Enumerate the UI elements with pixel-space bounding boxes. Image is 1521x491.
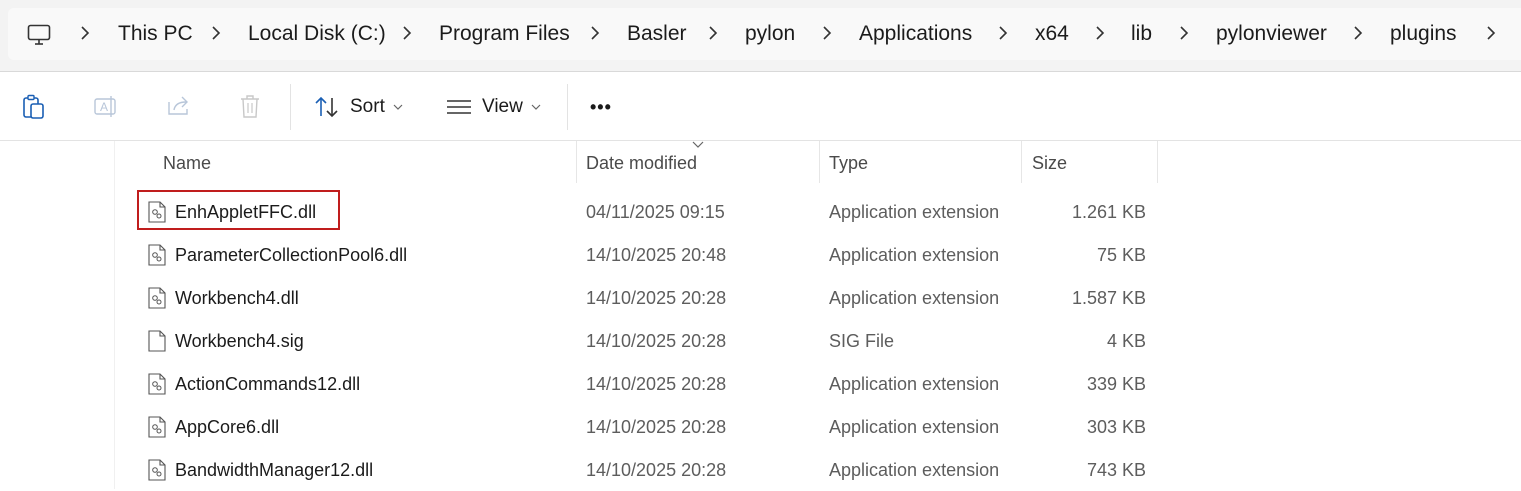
file-date-modified: 14/10/2025 20:48: [586, 245, 727, 265]
delete-icon[interactable]: [239, 94, 261, 120]
file-date-modified: 14/10/2025 20:28: [586, 288, 727, 308]
more-options-icon: •••: [590, 96, 612, 117]
column-divider[interactable]: [1157, 141, 1158, 183]
column-divider[interactable]: [576, 141, 577, 183]
file-type: Application extension: [829, 288, 1000, 308]
chevron-right-icon[interactable]: [822, 25, 832, 41]
breadcrumb-program-files[interactable]: Program Files: [439, 22, 570, 46]
breadcrumb-basler[interactable]: Basler: [627, 22, 687, 46]
file-date-modified: 14/10/2025 20:28: [586, 417, 727, 437]
dll-file-icon: [148, 373, 166, 395]
file-size: 1.261 KB: [1071, 202, 1146, 222]
chevron-right-icon[interactable]: [80, 25, 90, 41]
column-header-name[interactable]: Name: [163, 141, 211, 183]
nav-pane-divider: [114, 141, 115, 489]
chevron-right-icon[interactable]: [1353, 25, 1363, 41]
file-name: Workbench4.sig: [175, 331, 304, 351]
highlight-box: [137, 190, 340, 230]
chevron-right-icon[interactable]: [402, 25, 412, 41]
table-row[interactable]: BandwidthManager12.dll 14/10/2025 20:28 …: [135, 449, 1155, 491]
view-label: View: [482, 96, 523, 117]
file-name: Workbench4.dll: [175, 288, 299, 308]
file-name: AppCore6.dll: [175, 417, 280, 437]
breadcrumb-pylonviewer[interactable]: pylonviewer: [1216, 22, 1327, 46]
this-pc-icon[interactable]: [27, 24, 51, 46]
chevron-right-icon[interactable]: [1179, 25, 1189, 41]
address-bar[interactable]: This PC Local Disk (C:) Program Files Ba…: [0, 0, 1521, 72]
chevron-right-icon[interactable]: [590, 25, 600, 41]
file-name: ParameterCollectionPool6.dll: [175, 245, 408, 265]
dll-file-icon: [148, 459, 166, 481]
view-icon: [447, 100, 471, 114]
file-type: Application extension: [829, 460, 1000, 480]
column-divider[interactable]: [819, 141, 820, 183]
file-size: 4 KB: [1106, 331, 1146, 351]
file-size: 743 KB: [1086, 460, 1146, 480]
table-row[interactable]: ActionCommands12.dll 14/10/2025 20:28 Ap…: [135, 363, 1155, 405]
file-name: BandwidthManager12.dll: [175, 460, 374, 480]
file-type: Application extension: [829, 374, 1000, 394]
column-header-type[interactable]: Type: [829, 141, 868, 183]
file-type: SIG File: [829, 331, 895, 351]
svg-text:A: A: [100, 100, 108, 114]
column-header-size[interactable]: Size: [1032, 141, 1067, 183]
file-type: Application extension: [829, 245, 1000, 265]
sort-label: Sort: [350, 96, 385, 117]
file-date-modified: 14/10/2025 20:28: [586, 460, 727, 480]
rename-icon[interactable]: A: [93, 94, 119, 120]
table-row[interactable]: Workbench4.sig 14/10/2025 20:28 SIG File…: [135, 320, 1155, 362]
file-type: Application extension: [829, 417, 1000, 437]
column-divider[interactable]: [1021, 141, 1022, 183]
generic-file-icon: [148, 330, 166, 352]
breadcrumb-applications[interactable]: Applications: [859, 22, 972, 46]
file-date-modified: 14/10/2025 20:28: [586, 374, 727, 394]
file-size: 75 KB: [1096, 245, 1146, 265]
sort-icon: [315, 96, 338, 118]
file-size: 1.587 KB: [1071, 288, 1146, 308]
dll-file-icon: [148, 416, 166, 438]
file-size: 339 KB: [1086, 374, 1146, 394]
chevron-down-icon: [393, 104, 403, 110]
chevron-down-icon: [531, 104, 541, 110]
more-options-button[interactable]: •••: [590, 94, 612, 120]
chevron-right-icon[interactable]: [998, 25, 1008, 41]
breadcrumb-lib[interactable]: lib: [1131, 22, 1152, 46]
sort-button[interactable]: Sort: [314, 94, 403, 120]
chevron-right-icon[interactable]: [1486, 25, 1496, 41]
breadcrumb-x64[interactable]: x64: [1035, 22, 1069, 46]
file-date-modified: 04/11/2025 09:15: [586, 202, 725, 222]
chevron-right-icon[interactable]: [211, 25, 221, 41]
file-size: 303 KB: [1086, 417, 1146, 437]
dll-file-icon: [148, 244, 166, 266]
dll-file-icon: [148, 287, 166, 309]
column-header-row: Name Date modified Type Size: [0, 141, 1521, 183]
command-bar: A Sort View •••: [0, 72, 1521, 141]
toolbar-divider: [567, 84, 568, 130]
breadcrumb-local-disk[interactable]: Local Disk (C:): [248, 22, 386, 46]
breadcrumb-pylon[interactable]: pylon: [745, 22, 795, 46]
column-header-date-modified[interactable]: Date modified: [586, 141, 697, 183]
chevron-right-icon[interactable]: [1095, 25, 1105, 41]
share-icon[interactable]: [166, 94, 192, 118]
file-type: Application extension: [829, 202, 1000, 222]
breadcrumb-this-pc[interactable]: This PC: [118, 22, 193, 46]
table-row[interactable]: Workbench4.dll 14/10/2025 20:28 Applicat…: [135, 277, 1155, 319]
chevron-right-icon[interactable]: [708, 25, 718, 41]
table-row[interactable]: ParameterCollectionPool6.dll 14/10/2025 …: [135, 234, 1155, 276]
file-name: ActionCommands12.dll: [175, 374, 361, 394]
file-date-modified: 14/10/2025 20:28: [586, 331, 727, 351]
view-button[interactable]: View: [446, 94, 541, 120]
table-row[interactable]: AppCore6.dll 14/10/2025 20:28 Applicatio…: [135, 406, 1155, 448]
paste-icon[interactable]: [22, 94, 46, 120]
toolbar-divider: [290, 84, 291, 130]
breadcrumb-plugins[interactable]: plugins: [1390, 22, 1457, 46]
